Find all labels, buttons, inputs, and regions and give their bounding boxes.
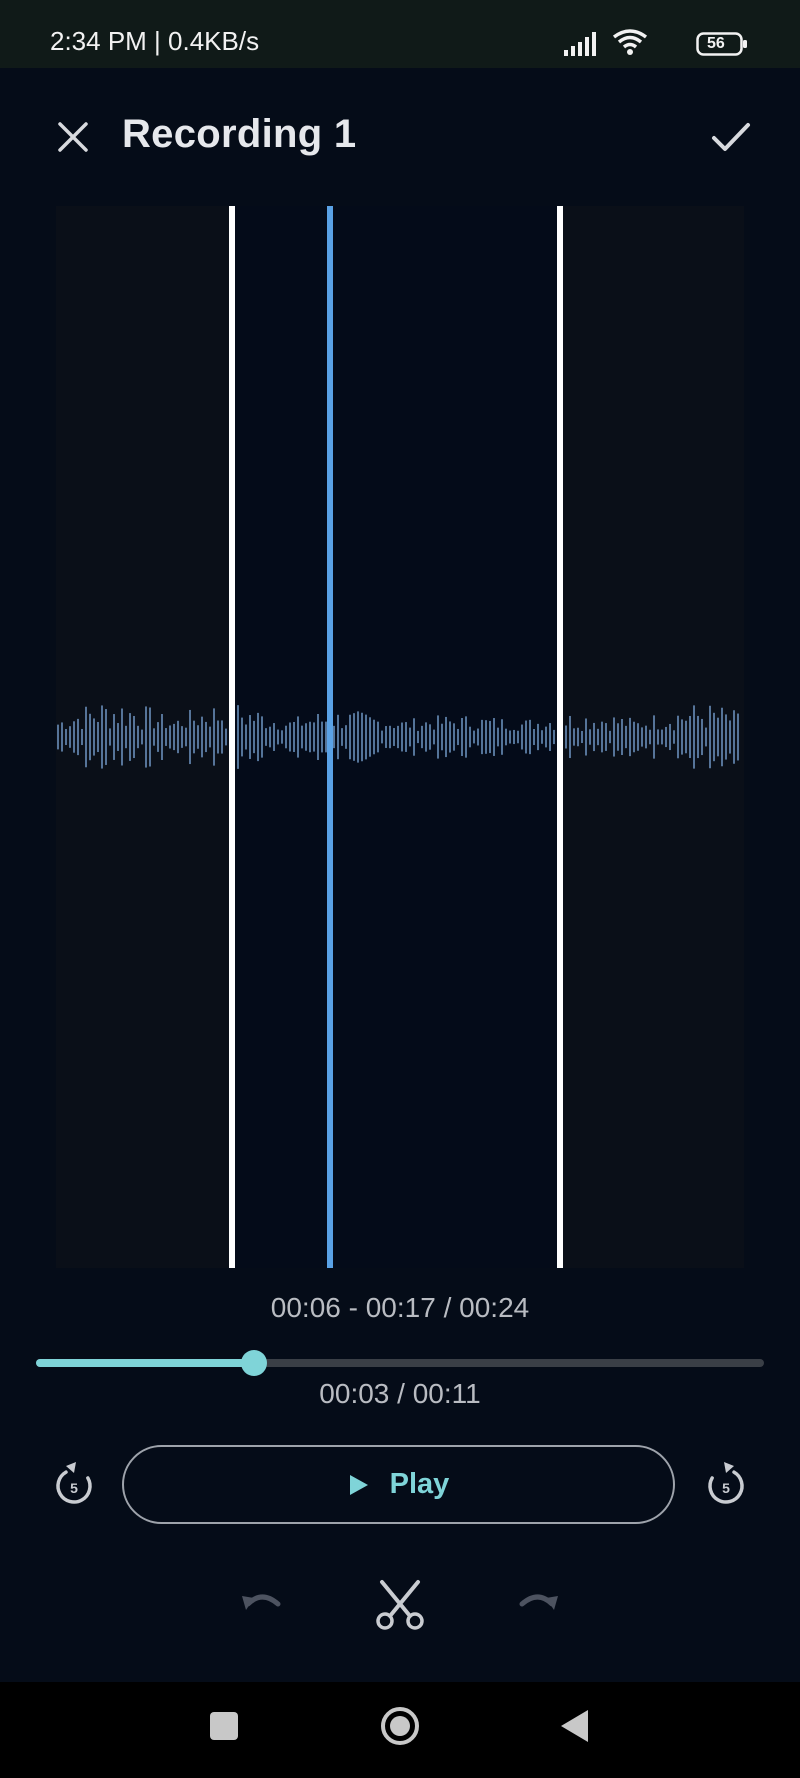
app-bar: Recording 1 — [0, 68, 800, 198]
battery-icon: 56 — [696, 32, 748, 61]
home-icon — [381, 1707, 419, 1745]
rewind-5-button[interactable]: 5 — [52, 1460, 96, 1508]
waveform — [57, 703, 739, 771]
wifi-icon — [612, 29, 648, 55]
trim-end-handle[interactable] — [557, 206, 563, 1268]
replay-5-icon: 5 — [56, 1462, 92, 1504]
seek-bar-progress — [36, 1359, 255, 1367]
redo-icon — [519, 1594, 558, 1610]
undo-button[interactable] — [236, 1580, 288, 1630]
seek-bar[interactable] — [36, 1350, 764, 1376]
system-nav-bar — [0, 1682, 800, 1778]
close-button[interactable] — [48, 112, 98, 162]
forward-seconds-label: 5 — [722, 1480, 730, 1496]
confirm-button[interactable] — [704, 110, 758, 164]
playhead[interactable] — [327, 206, 333, 1268]
battery-level: 56 — [707, 35, 725, 52]
waveform-area[interactable] — [56, 206, 744, 1268]
forward-5-icon: 5 — [708, 1462, 744, 1504]
play-icon — [349, 1474, 368, 1495]
redo-button[interactable] — [512, 1580, 564, 1630]
signal-icon — [564, 32, 596, 56]
play-button[interactable]: Play — [122, 1445, 675, 1524]
scissors-icon — [376, 1580, 424, 1630]
back-icon — [561, 1710, 588, 1742]
close-icon — [58, 122, 88, 152]
undo-icon — [242, 1594, 281, 1610]
seek-bar-thumb[interactable] — [241, 1350, 268, 1376]
status-time: 2:34 PM | 0.4KB/s — [50, 26, 260, 56]
home-button[interactable] — [380, 1706, 420, 1746]
selection-range-text: 00:06 - 00:17 / 00:24 — [270, 1292, 530, 1323]
playback-position-text: 00:03 / 00:11 — [319, 1378, 481, 1409]
play-label: Play — [389, 1468, 450, 1500]
rewind-seconds-label: 5 — [70, 1480, 78, 1496]
back-button[interactable] — [558, 1708, 592, 1744]
status-bar: 2:34 PM | 0.4KB/s 56 — [0, 0, 800, 68]
forward-5-button[interactable]: 5 — [704, 1460, 748, 1508]
check-icon — [712, 123, 750, 151]
cut-button[interactable] — [374, 1576, 426, 1632]
recents-button[interactable] — [210, 1712, 238, 1740]
edit-toolbar — [0, 1580, 800, 1640]
trim-start-handle[interactable] — [229, 206, 235, 1268]
page-title: Recording 1 — [122, 112, 357, 156]
